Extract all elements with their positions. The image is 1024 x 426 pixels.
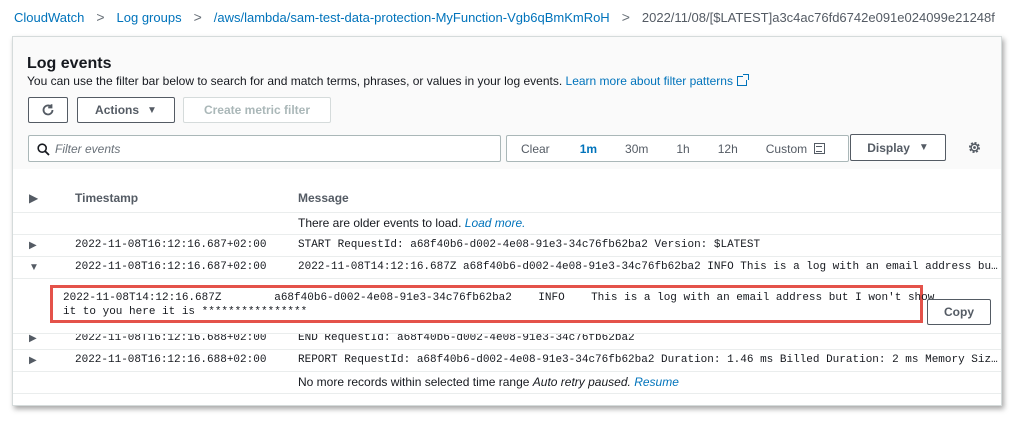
row-message: 2022-11-08T14:12:16.687Z a68f40b6-d002-4… [281,256,1001,279]
caret-down-icon: ▼ [918,142,929,153]
breadcrumb-log-groups[interactable]: Log groups [117,10,182,25]
breadcrumb-cloudwatch[interactable]: CloudWatch [14,10,84,25]
custom-label: Custom [765,141,808,156]
filter-events-search [28,135,501,162]
older-events-notice: There are older events to load. Load mor… [281,212,1001,235]
time-range-1m[interactable]: 1m [580,142,597,156]
table-header-row: ▶ Timestamp Message [13,185,1001,213]
chevron-right-icon: > [96,9,105,25]
breadcrumb-log-group[interactable]: /aws/lambda/sam-test-data-protection-MyF… [214,10,610,25]
create-metric-filter-button[interactable]: Create metric filter [183,97,331,123]
page-title: Log events [27,55,112,72]
page-description: You can use the filter bar below to sear… [27,74,749,88]
older-events-row: There are older events to load. Load mor… [13,212,1001,235]
time-range-clear[interactable]: Clear [521,142,550,156]
row-message: START RequestId: a68f40b6-d002-4e08-91e3… [281,234,1001,257]
expand-row-icon[interactable]: ▶ [13,349,57,372]
row-timestamp: 2022-11-08T16:12:16.687+02:00 [57,234,281,257]
search-icon [37,143,50,156]
no-more-records-notice: No more records within selected time ran… [281,371,1001,394]
display-label: Display [867,140,910,155]
learn-more-link[interactable]: Learn more about filter patterns [565,74,749,88]
time-range-custom[interactable]: Custom [765,141,826,156]
expand-row-icon[interactable]: ▶ [13,234,57,257]
filter-events-input[interactable] [55,141,485,157]
learn-more-label: Learn more about filter patterns [565,74,733,88]
detail-line-1: 2022-11-08T14:12:16.687Z a68f40b6-d002-4… [63,292,935,304]
detail-line-2: it to you here it is **************** [63,306,308,318]
caret-down-icon: ▼ [147,104,157,116]
row-timestamp: 2022-11-08T16:12:16.687+02:00 [57,256,281,279]
column-header-message[interactable]: Message [281,185,1001,213]
table-row[interactable]: ▼ 2022-11-08T16:12:16.687+02:00 2022-11-… [13,256,1001,279]
actions-label: Actions [95,103,140,117]
row-timestamp: 2022-11-08T16:12:16.688+02:00 [57,349,281,372]
gear-icon[interactable] [967,140,982,155]
breadcrumb: CloudWatch > Log groups > /aws/lambda/sa… [14,9,995,25]
display-button[interactable]: Display ▼ [850,134,946,161]
breadcrumb-current-stream: 2022/11/08/[$LATEST]a3c4ac76fd6742e091e0… [641,9,995,25]
log-events-panel: Log events You can use the filter bar be… [12,36,1002,406]
time-range-1h[interactable]: 1h [676,142,689,156]
expanded-log-detail: 2022-11-08T14:12:16.687Z a68f40b6-d002-4… [13,285,1001,334]
external-link-icon [736,74,749,86]
description-text: You can use the filter bar below to sear… [27,74,563,88]
chevron-right-icon: > [193,9,202,25]
table-row[interactable]: ▶ 2022-11-08T16:12:16.688+02:00 REPORT R… [13,349,1001,372]
time-range-selector: Clear 1m 30m 1h 12h Custom [506,135,849,162]
older-events-text: There are older events to load. [298,216,462,230]
resume-link[interactable]: Resume [634,375,679,389]
time-range-12h[interactable]: 12h [718,142,738,156]
column-header-timestamp[interactable]: Timestamp [57,185,281,213]
refresh-icon [42,104,54,116]
chevron-right-icon: > [621,9,630,25]
table-row[interactable]: ▶ 2022-11-08T16:12:16.687+02:00 START Re… [13,234,1001,257]
collapse-row-icon[interactable]: ▼ [13,256,57,279]
calendar-icon [814,143,826,154]
no-more-records-text: No more records within selected time ran… [298,375,530,389]
footer-notice-row: No more records within selected time ran… [13,371,1001,394]
row-message: REPORT RequestId: a68f40b6-d002-4e08-91e… [281,349,1001,372]
copy-button[interactable]: Copy [927,299,991,325]
auto-retry-text: Auto retry paused. [532,375,631,389]
expand-all-icon[interactable]: ▶ [13,185,57,213]
time-range-30m[interactable]: 30m [625,142,648,156]
expanded-message-highlight: 2022-11-08T14:12:16.687Z a68f40b6-d002-4… [50,285,934,323]
refresh-button[interactable] [28,97,68,123]
actions-button[interactable]: Actions ▼ [77,97,175,123]
load-more-link[interactable]: Load more. [465,216,526,230]
